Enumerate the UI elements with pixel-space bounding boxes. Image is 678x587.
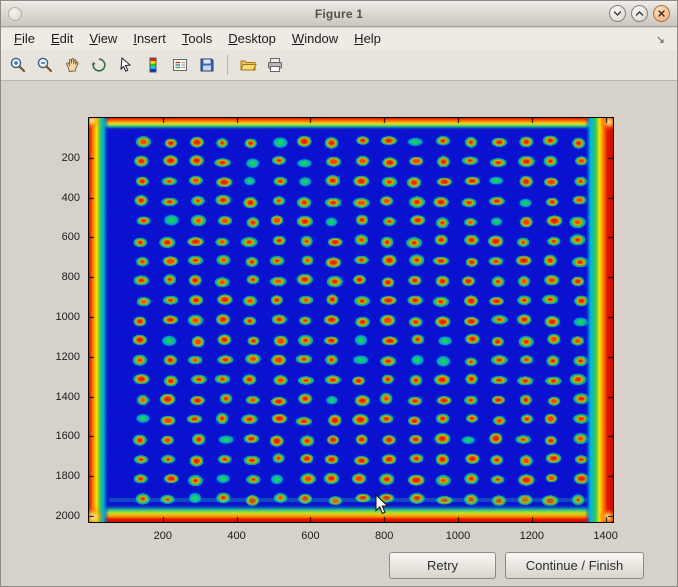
y-tick-label: 400: [62, 192, 80, 204]
x-tick-label: 1200: [520, 530, 544, 542]
close-icon: [656, 8, 667, 19]
y-tick-label: 1600: [56, 430, 80, 442]
legend-icon: [171, 56, 189, 74]
menu-file[interactable]: File: [6, 29, 43, 49]
maximize-button[interactable]: [631, 5, 648, 22]
zoom-out-button[interactable]: [33, 53, 57, 77]
pan-button[interactable]: [60, 53, 84, 77]
rotate-icon: [90, 56, 108, 74]
menu-help[interactable]: Help: [346, 29, 389, 49]
zoom-in-icon: [9, 56, 27, 74]
colorbar-icon: [144, 56, 162, 74]
legend-button[interactable]: [168, 53, 192, 77]
y-tick-label: 1400: [56, 391, 80, 403]
y-tick-label: 800: [62, 271, 80, 283]
zoom-out-icon: [36, 56, 54, 74]
window-menu-icon[interactable]: [8, 7, 22, 21]
print-button[interactable]: [263, 53, 287, 77]
window-controls: [609, 5, 670, 22]
window-title: Figure 1: [1, 7, 677, 21]
menu-edit[interactable]: Edit: [43, 29, 81, 49]
y-tick-label: 1000: [56, 311, 80, 323]
menu-desktop[interactable]: Desktop: [220, 29, 284, 49]
y-tick-label: 200: [62, 152, 80, 164]
titlebar[interactable]: Figure 1: [1, 1, 677, 27]
chevron-up-icon: [634, 8, 645, 19]
menu-view[interactable]: View: [81, 29, 125, 49]
figure-window: Figure 1 File Edit View Insert Tools Des…: [0, 0, 678, 587]
x-tick-label: 1000: [446, 530, 470, 542]
x-tick-label: 800: [375, 530, 393, 542]
menu-insert[interactable]: Insert: [125, 29, 174, 49]
rotate-3d-button[interactable]: [87, 53, 111, 77]
save-button[interactable]: [195, 53, 219, 77]
open-button[interactable]: [236, 53, 260, 77]
save-icon: [198, 56, 216, 74]
data-cursor-button[interactable]: [114, 53, 138, 77]
printer-icon: [266, 56, 284, 74]
x-tick-label: 200: [154, 530, 172, 542]
chevron-down-icon: [612, 8, 623, 19]
plot-image[interactable]: [88, 117, 614, 523]
menubar-overflow-icon[interactable]: ↘: [656, 33, 672, 46]
continue-finish-button[interactable]: Continue / Finish: [505, 552, 644, 579]
toolbar-separator: [227, 55, 228, 75]
menu-tools[interactable]: Tools: [174, 29, 220, 49]
x-tick-label: 400: [227, 530, 245, 542]
shade-button[interactable]: [609, 5, 626, 22]
colorbar-button[interactable]: [141, 53, 165, 77]
folder-open-icon: [239, 56, 257, 74]
zoom-in-button[interactable]: [6, 53, 30, 77]
toolbar: [1, 50, 677, 81]
x-tick-label: 600: [301, 530, 319, 542]
data-cursor-icon: [117, 56, 135, 74]
menubar: File Edit View Insert Tools Desktop Wind…: [1, 28, 677, 50]
mouse-cursor: [375, 494, 390, 521]
hand-icon: [63, 56, 81, 74]
x-tick-label: 1400: [593, 530, 617, 542]
y-tick-label: 600: [62, 231, 80, 243]
close-button[interactable]: [653, 5, 670, 22]
y-tick-label: 1800: [56, 470, 80, 482]
y-tick-label: 1200: [56, 351, 80, 363]
y-tick-label: 2000: [56, 510, 80, 522]
menu-window[interactable]: Window: [284, 29, 346, 49]
retry-button[interactable]: Retry: [389, 552, 496, 579]
